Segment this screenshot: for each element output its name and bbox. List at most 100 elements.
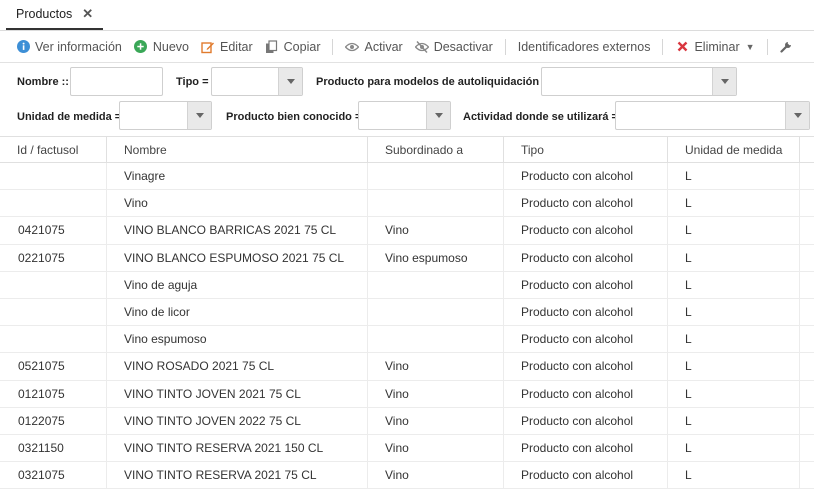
cell-nombre: Vino xyxy=(107,190,368,217)
info-icon xyxy=(16,40,30,54)
activar-label: Activar xyxy=(364,39,403,54)
cell-id xyxy=(0,190,107,217)
autoliquidacion-filter-select[interactable] xyxy=(541,67,737,96)
dropdown-arrow-icon[interactable] xyxy=(785,102,809,129)
activar-button[interactable]: Activar xyxy=(339,35,408,59)
column-header-nombre[interactable]: Nombre xyxy=(107,137,368,162)
nombre-filter-input[interactable] xyxy=(70,67,163,96)
cell-nombre: VINO ROSADO 2021 75 CL xyxy=(107,353,368,380)
cell-id: 0121075 xyxy=(0,380,107,407)
cell-tipo: Producto con alcohol xyxy=(504,353,668,380)
grid-header: Id / factusol Nombre Subordinado a Tipo … xyxy=(0,136,814,163)
cell-unidad: L xyxy=(668,326,800,353)
nuevo-label: Nuevo xyxy=(152,39,189,54)
cell-tipo: Producto con alcohol xyxy=(504,244,668,271)
tipo-filter-label: Tipo = xyxy=(176,76,209,88)
autoliquidacion-filter-label: Producto para modelos de autoliquidación… xyxy=(316,76,549,88)
editar-label: Editar xyxy=(220,39,253,54)
toolbar: Ver información Nuevo Editar Copiar Acti… xyxy=(0,31,814,63)
cell-id: 0321150 xyxy=(0,434,107,462)
table-row[interactable]: 0421075 VINO BLANCO BARRICAS 2021 75 CL Vi… xyxy=(0,217,814,245)
table-row[interactable]: Vinagre Producto con alcohol L xyxy=(0,163,814,191)
cell-unidad: L xyxy=(668,380,800,407)
table-row[interactable]: 0521075 VINO ROSADO 2021 75 CL Vino Product… xyxy=(0,353,814,381)
table-row[interactable]: 0321075 VINO TINTO RESERVA 2021 75 CL Vino… xyxy=(0,462,814,490)
cell-tipo: Producto con alcohol xyxy=(504,271,668,298)
identificadores-label: Identificadores externos xyxy=(517,39,651,54)
column-header-id[interactable]: Id / factusol xyxy=(0,137,107,162)
cell-tipo: Producto con alcohol xyxy=(504,298,668,326)
cell-subordinado: Vino xyxy=(368,353,504,380)
cell-tipo: Producto con alcohol xyxy=(504,217,668,244)
cell-nombre: Vino espumoso xyxy=(107,326,368,353)
copiar-button[interactable]: Copiar xyxy=(259,35,327,59)
cell-unidad: L xyxy=(668,434,800,462)
table-row[interactable]: Vino de licor Producto con alcohol L xyxy=(0,298,814,327)
edit-icon xyxy=(201,40,215,54)
cell-nombre: VINO TINTO JOVEN 2021 75 CL xyxy=(107,380,368,407)
nuevo-button[interactable]: Nuevo xyxy=(128,35,195,59)
cell-tipo: Producto con alcohol xyxy=(504,434,668,462)
cell-tipo: Producto con alcohol xyxy=(504,326,668,353)
table-row[interactable]: 0121075 VINO TINTO JOVEN 2021 75 CL Vino Pr… xyxy=(0,380,814,408)
dropdown-arrow-icon[interactable] xyxy=(278,68,302,95)
eliminar-button[interactable]: Eliminar ▼ xyxy=(669,35,760,59)
grid-body: Vinagre Producto con alcohol L Vino Producto… xyxy=(0,163,814,490)
nombre-filter-label: Nombre :: xyxy=(17,76,69,88)
unidad-filter-select[interactable] xyxy=(119,101,212,130)
cell-subordinado: Vino xyxy=(368,434,504,462)
cell-tipo: Producto con alcohol xyxy=(504,380,668,407)
dropdown-arrow-icon[interactable] xyxy=(426,102,450,129)
actividad-filter-select[interactable] xyxy=(615,101,810,130)
cell-id: 0521075 xyxy=(0,353,107,380)
cell-id xyxy=(0,298,107,326)
bien-conocido-filter-select[interactable] xyxy=(358,101,451,130)
actividad-filter-label: Actividad donde se utilizará = xyxy=(463,111,618,123)
toolbar-divider xyxy=(662,38,664,55)
cell-subordinado xyxy=(368,298,504,326)
cell-unidad: L xyxy=(668,353,800,380)
cell-id: 0221075 xyxy=(0,244,107,271)
herramientas-button[interactable] xyxy=(774,35,805,59)
table-row[interactable]: Vino de aguja Producto con alcohol L xyxy=(0,271,814,299)
cell-nombre: Vino de licor xyxy=(107,298,368,326)
cell-id: 0122075 xyxy=(0,407,107,434)
tab-bar: Productos ✕ xyxy=(0,0,814,31)
bien-conocido-filter-label: Producto bien conocido = xyxy=(226,111,362,123)
dropdown-arrow-icon[interactable] xyxy=(187,102,211,129)
cell-subordinado: Vino espumoso xyxy=(368,244,504,271)
dropdown-arrow-icon[interactable] xyxy=(712,68,736,95)
cell-nombre: VINO TINTO RESERVA 2021 150 CL xyxy=(107,434,368,462)
column-header-unidad[interactable]: Unidad de medida xyxy=(668,137,800,162)
table-row[interactable]: 0321150 VINO TINTO RESERVA 2021 150 CL Vin… xyxy=(0,434,814,463)
copiar-label: Copiar xyxy=(283,39,321,54)
cell-unidad: L xyxy=(668,271,800,298)
ver-informacion-button[interactable]: Ver información xyxy=(10,35,128,59)
table-row[interactable]: 0122075 VINO TINTO JOVEN 2022 75 CL Vino Pr… xyxy=(0,407,814,435)
cell-nombre: VINO BLANCO ESPUMOSO 2021 75 CL xyxy=(107,244,368,271)
close-x-icon xyxy=(675,40,689,54)
column-header-subordinado[interactable]: Subordinado a xyxy=(368,137,504,162)
close-tab-icon[interactable]: ✕ xyxy=(82,6,93,22)
eye-icon xyxy=(345,40,360,54)
cell-subordinado: Vino xyxy=(368,462,504,489)
tipo-filter-select[interactable] xyxy=(211,67,303,96)
cell-subordinado xyxy=(368,326,504,353)
table-row[interactable]: 0221075 VINO BLANCO ESPUMOSO 2021 75 CL Vi… xyxy=(0,244,814,272)
cell-tipo: Producto con alcohol xyxy=(504,190,668,217)
cell-id: 0321075 xyxy=(0,462,107,489)
cell-nombre: VINO TINTO JOVEN 2022 75 CL xyxy=(107,407,368,434)
table-row[interactable]: Vino espumoso Producto con alcohol L xyxy=(0,326,814,354)
cell-id xyxy=(0,271,107,298)
cell-unidad: L xyxy=(668,190,800,217)
column-header-tipo[interactable]: Tipo xyxy=(504,137,668,162)
identificadores-externos-button[interactable]: Identificadores externos xyxy=(512,35,657,59)
tab-productos[interactable]: Productos ✕ xyxy=(6,0,104,30)
cell-unidad: L xyxy=(668,462,800,489)
copy-icon xyxy=(265,39,279,54)
ver-informacion-label: Ver información xyxy=(35,39,122,54)
toolbar-divider xyxy=(332,38,334,55)
editar-button[interactable]: Editar xyxy=(195,35,259,59)
desactivar-button[interactable]: Desactivar xyxy=(409,35,499,59)
table-row[interactable]: Vino Producto con alcohol L xyxy=(0,190,814,218)
